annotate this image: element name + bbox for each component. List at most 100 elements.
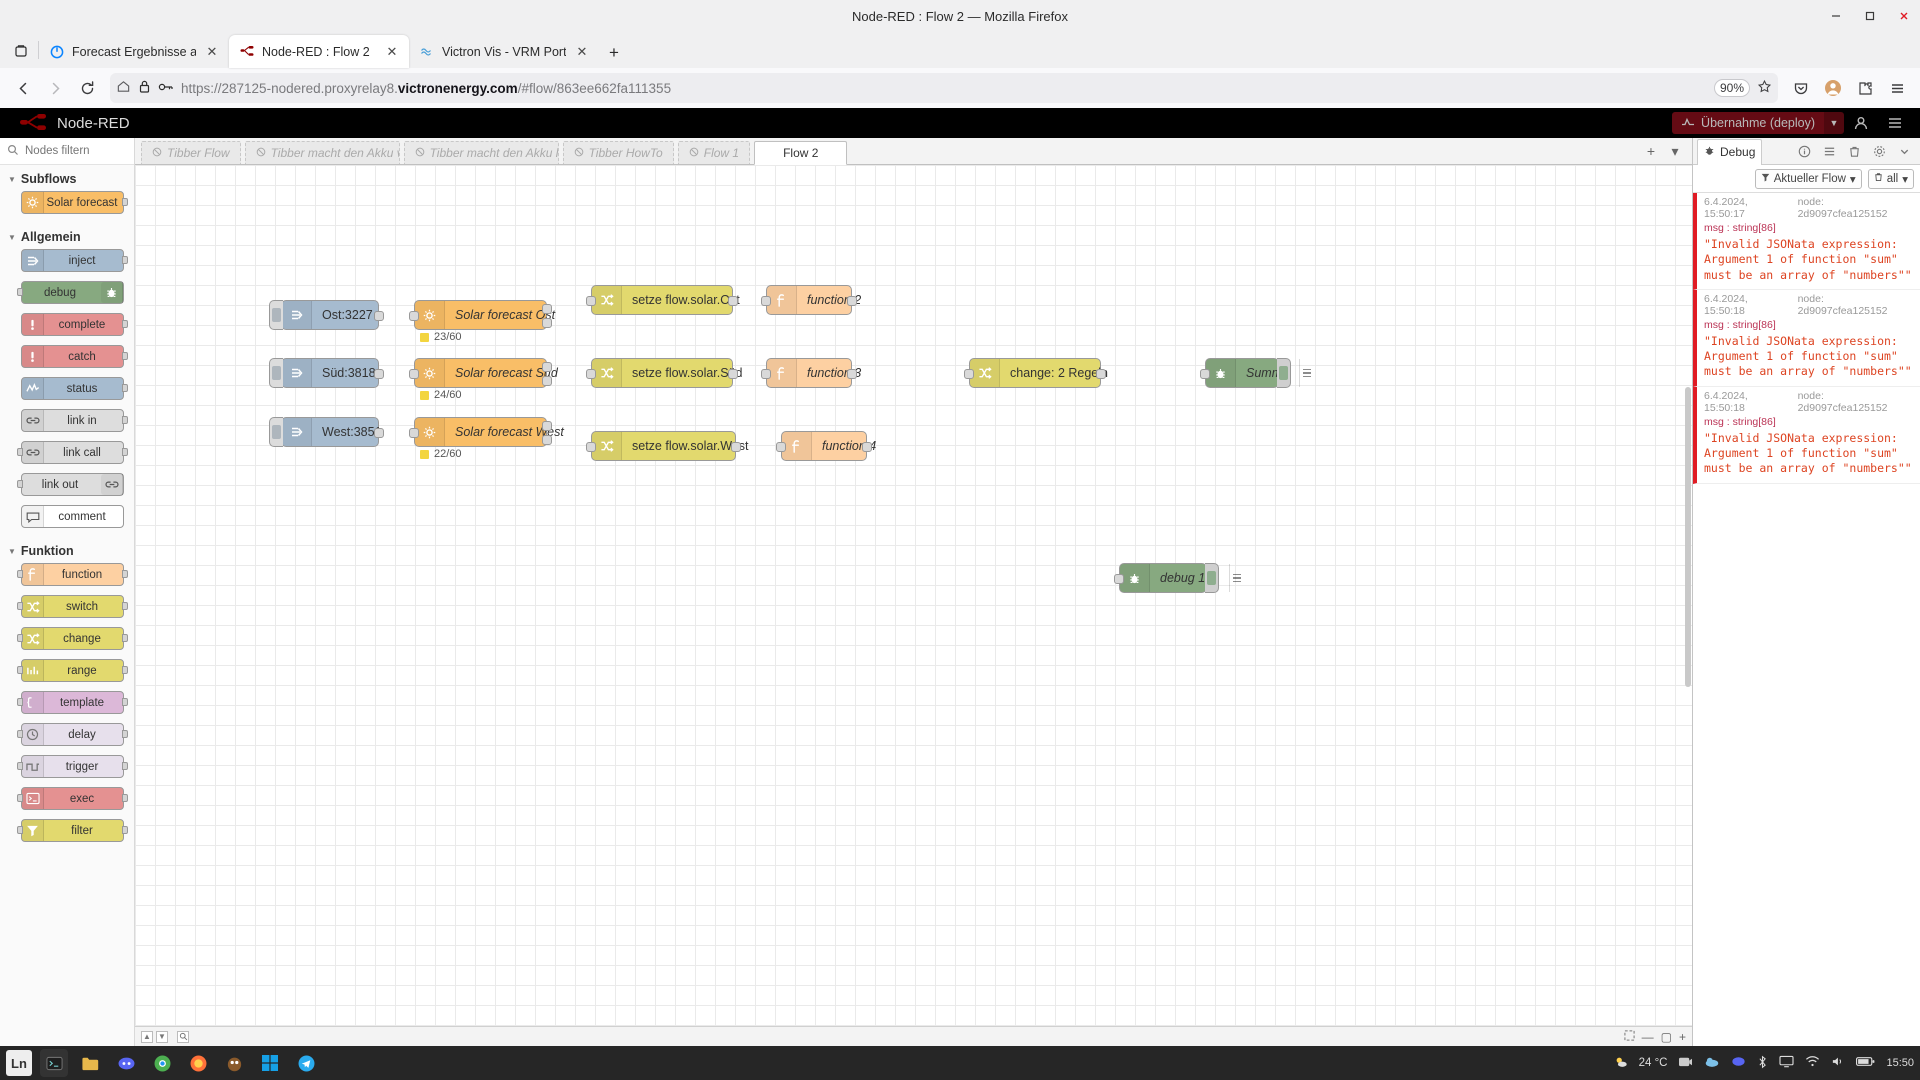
flow-tabs-menu-button[interactable]: ▾	[1664, 138, 1686, 164]
close-tab-icon[interactable]: ✕	[383, 43, 401, 61]
canvas-node-inject-ost[interactable]: Ost:3227	[269, 300, 384, 330]
node-output-port[interactable]	[122, 198, 128, 206]
canvas-node-func-3[interactable]: function 3	[761, 358, 861, 388]
palette-node-status[interactable]: status	[21, 377, 128, 400]
firefox-icon[interactable]	[184, 1049, 212, 1077]
palette-node-link-in[interactable]: link in	[21, 409, 128, 432]
tab-list-icon[interactable]	[4, 34, 38, 68]
node-output-port[interactable]	[728, 296, 738, 306]
minimize-button[interactable]	[1828, 8, 1844, 24]
node-input-port[interactable]	[409, 369, 419, 379]
node-input-port[interactable]	[776, 442, 786, 452]
gear-icon[interactable]	[1867, 140, 1891, 162]
trash-icon[interactable]	[1842, 140, 1866, 162]
node-output-port[interactable]	[542, 362, 552, 372]
flow-tab-flow-2[interactable]: Flow 2	[754, 141, 848, 165]
node-input-port[interactable]	[17, 288, 23, 296]
node-output-port[interactable]	[542, 435, 552, 445]
debug-message-node[interactable]: node: 2d9097cfea125152	[1798, 390, 1914, 414]
node-output-port[interactable]	[542, 318, 552, 328]
discord-tray-icon[interactable]	[1731, 1055, 1746, 1071]
bluetooth-icon[interactable]	[1757, 1055, 1768, 1072]
nodered-logo[interactable]: Node-RED	[8, 113, 130, 134]
node-input-port[interactable]	[409, 311, 419, 321]
files-icon[interactable]	[76, 1049, 104, 1077]
node-input-port[interactable]	[17, 666, 23, 674]
browser-tab-1[interactable]: Node-RED : Flow 2 ✕	[229, 35, 409, 68]
chevron-down-icon[interactable]	[1892, 140, 1916, 162]
debug-message[interactable]: 6.4.2024, 15:50:18 node: 2d9097cfea125152…	[1693, 289, 1920, 387]
debug-message-list[interactable]: 6.4.2024, 15:50:17 node: 2d9097cfea125152…	[1693, 193, 1920, 1046]
canvas-node-func-4[interactable]: function 4	[776, 431, 876, 461]
node-input-port[interactable]	[1200, 369, 1210, 379]
node-input-port[interactable]	[17, 570, 23, 578]
node-output-port[interactable]	[122, 570, 128, 578]
debug-filter-button[interactable]: Aktueller Flow ▾	[1754, 168, 1862, 189]
node-input-port[interactable]	[17, 698, 23, 706]
inject-trigger-button[interactable]	[269, 300, 283, 330]
node-output-port[interactable]	[122, 794, 128, 802]
browser-tab-0[interactable]: Forecast Ergebnisse addiere ✕	[39, 35, 229, 68]
user-icon[interactable]	[1844, 108, 1878, 138]
canvas-node-inject-sued[interactable]: Süd:3818	[269, 358, 384, 388]
node-input-port[interactable]	[761, 296, 771, 306]
palette-node-Solar-forecast[interactable]: Solar forecast	[21, 191, 128, 214]
inject-trigger-button[interactable]	[269, 358, 283, 388]
canvas-node-change-ost[interactable]: setze flow.solar.Ost	[586, 285, 740, 315]
taskbar-clock[interactable]: 15:50	[1886, 1057, 1914, 1070]
node-output-port[interactable]	[374, 369, 384, 379]
node-output-port[interactable]	[122, 416, 128, 424]
debug-toggle-button[interactable]	[1277, 358, 1291, 388]
canvas-collapse-icon[interactable]: ▼	[156, 1030, 168, 1043]
palette-node-delay[interactable]: delay	[17, 723, 128, 746]
hamburger-menu-icon[interactable]	[1882, 73, 1912, 103]
extensions-icon[interactable]	[1850, 73, 1880, 103]
menu-icon[interactable]	[1878, 108, 1912, 138]
node-output-port[interactable]	[728, 369, 738, 379]
list-icon[interactable]	[1817, 140, 1841, 162]
node-output-port[interactable]	[122, 666, 128, 674]
close-window-button[interactable]	[1896, 8, 1912, 24]
debug-message[interactable]: 6.4.2024, 15:50:17 node: 2d9097cfea125152…	[1693, 193, 1920, 290]
palette-node-debug[interactable]: debug	[17, 281, 124, 304]
node-output-port[interactable]	[374, 311, 384, 321]
close-tab-icon[interactable]: ✕	[573, 43, 591, 61]
node-output-port[interactable]	[122, 634, 128, 642]
palette-node-function[interactable]: function	[17, 563, 128, 586]
windows-icon[interactable]	[256, 1049, 284, 1077]
palette-node-template[interactable]: template	[17, 691, 128, 714]
palette-node-link-out[interactable]: link out	[17, 473, 124, 496]
canvas-node-solar-sued[interactable]: Solar forecast Süd	[409, 358, 558, 388]
zoom-out-button[interactable]: —	[1642, 1030, 1654, 1044]
canvas-node-change-sued[interactable]: setze flow.solar.Süd	[586, 358, 742, 388]
node-input-port[interactable]	[761, 369, 771, 379]
palette-node-trigger[interactable]: trigger	[17, 755, 128, 778]
palette-node-filter[interactable]: filter	[17, 819, 128, 842]
node-output-port[interactable]	[542, 421, 552, 431]
navigate-icon[interactable]: ▲	[141, 1030, 153, 1043]
node-output-port[interactable]	[122, 352, 128, 360]
deploy-caret-icon[interactable]: ▼	[1824, 112, 1844, 134]
account-icon[interactable]	[1818, 73, 1848, 103]
palette-node-inject[interactable]: inject	[21, 249, 128, 272]
flow-tab-tibber-macht-den-akku-voll[interactable]: Tibber macht den Akku voll	[244, 141, 400, 164]
telegram-icon[interactable]	[292, 1049, 320, 1077]
volume-icon[interactable]	[1831, 1055, 1845, 1071]
discord-icon[interactable]	[112, 1049, 140, 1077]
flow-tab-flow-1[interactable]: Flow 1	[677, 141, 751, 164]
canvas-node-debug-166[interactable]: debug 166	[1114, 563, 1241, 593]
palette-category-subflows[interactable]: ▼ Subflows	[0, 165, 134, 191]
node-output-port[interactable]	[374, 428, 384, 438]
canvas-node-change-2r[interactable]: change: 2 Regeln	[964, 358, 1108, 388]
palette-search[interactable]	[0, 138, 134, 165]
palette-node-switch[interactable]: switch	[17, 595, 128, 618]
node-input-port[interactable]	[17, 448, 23, 456]
node-input-port[interactable]	[1114, 574, 1124, 584]
node-output-port[interactable]	[542, 304, 552, 314]
node-input-port[interactable]	[17, 826, 23, 834]
palette-node-exec[interactable]: exec	[17, 787, 128, 810]
new-tab-button[interactable]: +	[599, 38, 629, 68]
node-output-port[interactable]	[122, 256, 128, 264]
back-button[interactable]	[8, 73, 38, 103]
node-output-port[interactable]	[862, 442, 872, 452]
